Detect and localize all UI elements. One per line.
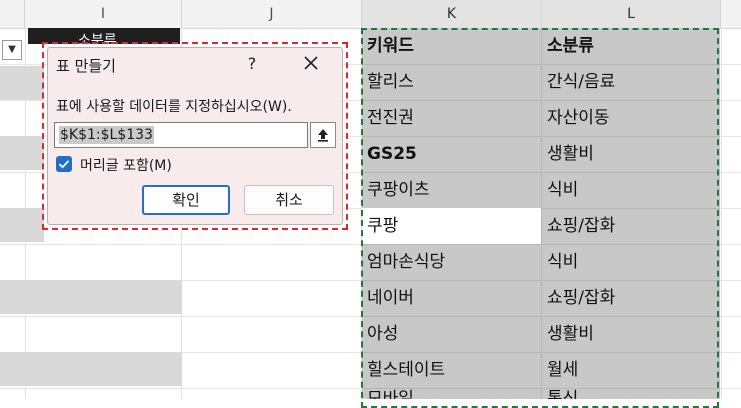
copy-marquee bbox=[361, 28, 719, 408]
header-checkbox[interactable] bbox=[56, 156, 72, 172]
column-header-k[interactable]: K bbox=[362, 0, 542, 28]
range-input[interactable]: $K$1:$L$133 bbox=[54, 122, 308, 148]
banded-cell bbox=[0, 136, 44, 170]
banded-cell bbox=[0, 280, 182, 314]
cancel-button[interactable]: 취소 bbox=[244, 185, 334, 215]
ok-button[interactable]: 확인 bbox=[142, 185, 230, 215]
column-header-l[interactable]: L bbox=[542, 0, 721, 28]
close-button[interactable] bbox=[300, 52, 322, 74]
dialog-title: 표 만들기 bbox=[56, 57, 116, 75]
banded-cell bbox=[0, 66, 44, 100]
create-table-dialog[interactable]: 표 만들기 ? 표에 사용할 데이터를 지정하십시오(W). $K$1:$L$1… bbox=[47, 47, 343, 225]
dialog-prompt: 표에 사용할 데이터를 지정하십시오(W). bbox=[56, 99, 292, 115]
banded-cell bbox=[0, 352, 182, 386]
help-button[interactable]: ? bbox=[242, 54, 262, 73]
column-header-i[interactable]: I bbox=[25, 0, 182, 28]
column-header-filler bbox=[0, 0, 25, 28]
close-icon bbox=[304, 56, 318, 70]
upload-arrow-icon bbox=[318, 129, 328, 142]
range-value: $K$1:$L$133 bbox=[59, 126, 154, 144]
filter-dropdown-button[interactable]: ▼ bbox=[2, 40, 22, 60]
column-header-j[interactable]: J bbox=[182, 0, 362, 28]
checkmark-icon bbox=[58, 160, 70, 169]
header-checkbox-label[interactable]: 머리글 포함(M) bbox=[80, 155, 172, 175]
banded-cell bbox=[0, 208, 44, 242]
collapse-dialog-button[interactable] bbox=[310, 122, 336, 148]
column-header-filler-right bbox=[721, 0, 741, 28]
